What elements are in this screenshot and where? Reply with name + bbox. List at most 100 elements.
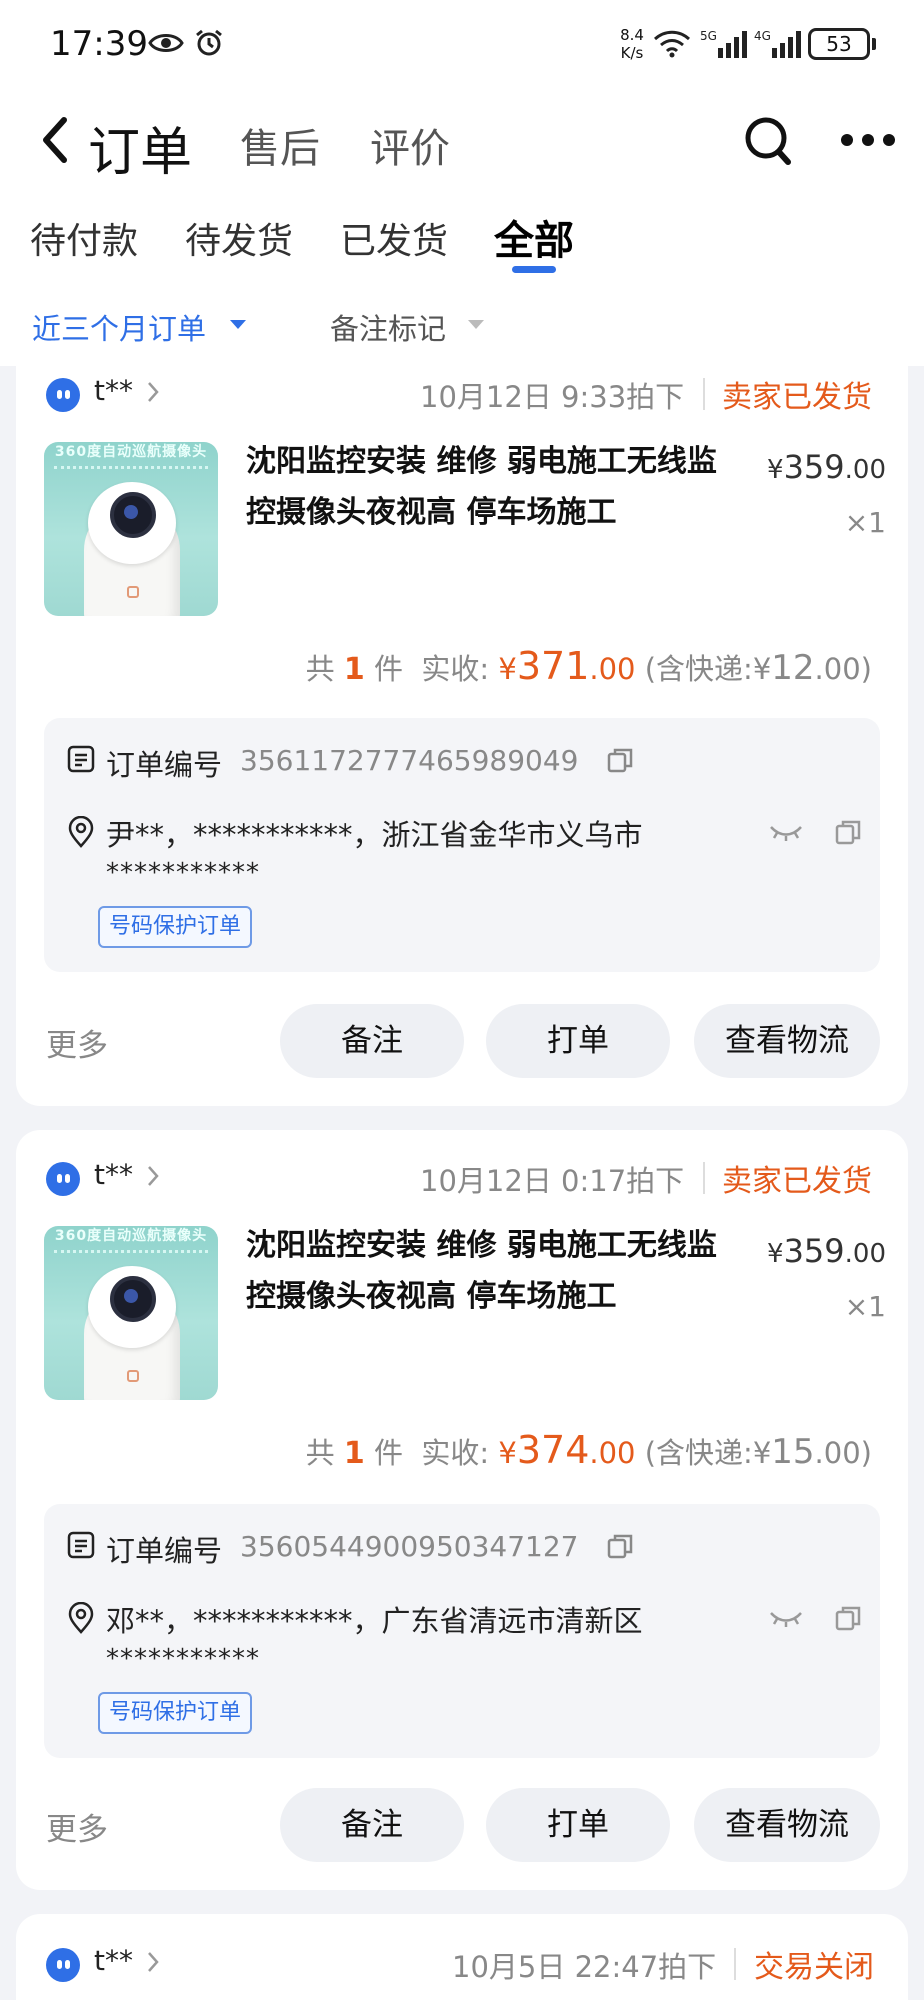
paid-label: 实收:	[421, 1436, 490, 1470]
paid-int: 374	[516, 1428, 590, 1472]
top-bar: 17:39 8.4 K/s 5G 4G 53 订单 售后 评价 待付款 待发货 …	[0, 0, 924, 366]
camera-lens	[110, 1276, 156, 1322]
product-quantity: ×1	[844, 506, 886, 539]
active-tab-indicator	[512, 266, 556, 273]
search-icon[interactable]	[742, 114, 794, 174]
more-link[interactable]: 更多	[46, 1804, 108, 1849]
network-speed: 8.4 K/s	[612, 26, 652, 62]
divider	[703, 378, 705, 410]
order-summary: 共 1 件 实收: ¥374.00 (含快递:¥15.00)	[305, 1428, 872, 1472]
product-title[interactable]: 沈阳监控安装 维修 弱电施工无线监控摄像头夜视高 停车场施工	[246, 1220, 746, 1322]
copy-icon[interactable]	[606, 746, 634, 778]
copy-icon[interactable]	[834, 1604, 862, 1636]
chevron-right-icon[interactable]	[146, 1950, 160, 1978]
eye-closed-icon[interactable]	[768, 1608, 804, 1632]
number-protection-tag: 号码保护订单	[98, 906, 253, 948]
print-button[interactable]: 打单	[486, 1788, 670, 1862]
print-button[interactable]: 打单	[486, 1004, 670, 1078]
note-button[interactable]: 备注	[280, 1004, 464, 1078]
alarm-icon	[194, 28, 224, 62]
shipping-suffix: )	[860, 1436, 872, 1470]
wifi-icon	[652, 30, 692, 62]
tab-all[interactable]: 全部	[494, 208, 574, 266]
period-filter[interactable]: 近三个月订单	[32, 306, 206, 348]
price-dec: .00	[844, 455, 886, 485]
order-card[interactable]: t** 10月12日 9:33拍下 卖家已发货 360度自动巡航摄像头 沈阳监控…	[16, 330, 908, 1106]
shipping-suffix: )	[860, 652, 872, 686]
status-bar: 17:39 8.4 K/s 5G 4G 53	[0, 0, 924, 92]
battery-tip	[872, 38, 876, 50]
more-link[interactable]: 更多	[46, 1020, 108, 1065]
back-icon[interactable]	[38, 114, 72, 170]
order-status: 卖家已发货	[722, 1164, 872, 1199]
note-button[interactable]: 备注	[280, 1788, 464, 1862]
battery-icon: 53	[808, 28, 870, 60]
order-number-icon	[66, 744, 96, 778]
chevron-right-icon[interactable]	[146, 380, 160, 408]
tab-pending-payment[interactable]: 待付款	[30, 212, 138, 264]
tab-after-sales[interactable]: 售后	[240, 116, 320, 174]
paid-amount: ¥374.00	[498, 1428, 636, 1472]
order-number-icon	[66, 1530, 96, 1564]
copy-icon[interactable]	[606, 1532, 634, 1564]
shipping-int: 15	[771, 1432, 815, 1472]
view-logistics-button[interactable]: 查看物流	[694, 1788, 880, 1862]
shop-name[interactable]: t**	[94, 1944, 133, 1977]
camera-lens	[110, 492, 156, 538]
summary-unit: 件	[373, 652, 403, 686]
copy-icon[interactable]	[834, 818, 862, 850]
order-card[interactable]: t** 10月12日 0:17拍下 卖家已发货 360度自动巡航摄像头 沈阳监控…	[16, 1130, 908, 1890]
camera-indicator	[127, 1370, 139, 1382]
shipping-int: 12	[771, 648, 815, 688]
order-status: 卖家已发货	[722, 380, 872, 415]
page-title[interactable]: 订单	[88, 110, 192, 185]
status-time: 17:39	[50, 24, 148, 64]
product-image-subline	[54, 466, 208, 476]
receiver-address-detail: ***********	[106, 1644, 260, 1674]
eye-icon	[148, 30, 184, 60]
eye-closed-icon[interactable]	[768, 822, 804, 846]
receiver-address: 尹**，***********，浙江省金华市义乌市	[106, 818, 643, 852]
receiver-address: 邓**，***********，广东省清远市清新区	[106, 1604, 643, 1638]
order-number: 3561172777465989049	[240, 744, 579, 777]
shop-name[interactable]: t**	[94, 374, 133, 407]
paid-dec: .00	[589, 1436, 636, 1470]
order-card[interactable]: t** 10月5日 22:47拍下 交易关闭	[16, 1914, 908, 2000]
order-time: 10月5日 22:47拍下	[452, 1950, 717, 1984]
product-price: ¥359.00	[767, 1232, 886, 1270]
order-summary: 共 1 件 实收: ¥371.00 (含快递:¥12.00)	[305, 644, 872, 688]
shop-name[interactable]: t**	[94, 1158, 133, 1191]
product-image[interactable]: 360度自动巡航摄像头	[44, 1226, 218, 1400]
item-count: 1	[343, 1436, 365, 1471]
product-image-subline	[54, 1250, 208, 1260]
shipping-prefix: (含快递:	[644, 1436, 753, 1470]
location-pin-icon	[66, 815, 96, 852]
product-image-banner: 360度自动巡航摄像头	[54, 444, 208, 460]
order-info-box: 订单编号 3561172777465989049 尹**，***********…	[44, 718, 880, 972]
caret-down-icon[interactable]	[468, 320, 484, 329]
paid-amount: ¥371.00	[498, 644, 636, 688]
paid-dec: .00	[589, 652, 636, 686]
remark-filter[interactable]: 备注标记	[330, 306, 446, 348]
signal-5g-icon: 5G	[700, 28, 750, 64]
caret-down-icon[interactable]	[230, 320, 246, 329]
signal-4g-icon: 4G	[754, 28, 804, 64]
product-image[interactable]: 360度自动巡航摄像头	[44, 442, 218, 616]
filter-row: 近三个月订单 备注标记	[0, 296, 924, 356]
tab-pending-shipment[interactable]: 待发货	[185, 212, 293, 264]
camera-indicator	[127, 586, 139, 598]
tab-shipped[interactable]: 已发货	[340, 212, 448, 264]
more-options-icon[interactable]	[840, 132, 896, 152]
chevron-right-icon[interactable]	[146, 1164, 160, 1192]
tab-reviews[interactable]: 评价	[370, 116, 450, 174]
paid-int: 371	[516, 644, 590, 688]
shipping-dec: .00	[814, 652, 861, 686]
order-time: 10月12日 0:17拍下	[420, 1164, 685, 1198]
order-status: 交易关闭	[754, 1950, 874, 1985]
speed-value: 8.4	[620, 26, 644, 44]
product-title[interactable]: 沈阳监控安装 维修 弱电施工无线监控摄像头夜视高 停车场施工	[246, 436, 746, 538]
shop-avatar-icon	[46, 1162, 80, 1196]
divider	[734, 1948, 736, 1980]
view-logistics-button[interactable]: 查看物流	[694, 1004, 880, 1078]
order-status-tabs: 待付款 待发货 已发货 全部	[0, 200, 924, 280]
